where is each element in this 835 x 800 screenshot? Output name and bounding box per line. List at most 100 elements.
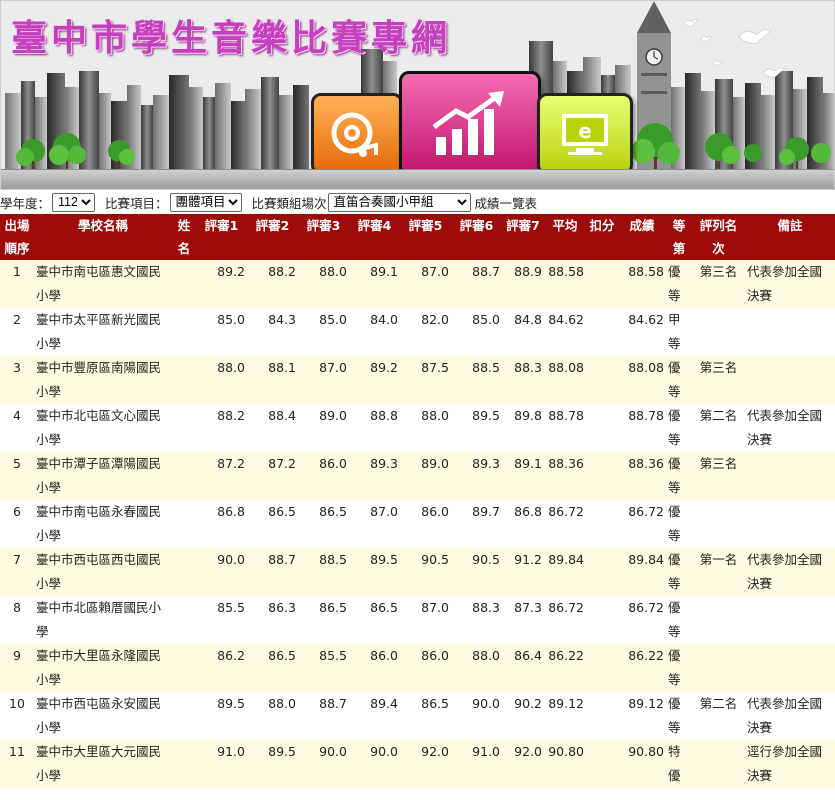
table-row: 6 臺中市南屯區永春國民小學 86.8 86.5 86.5 87.0 86.0 89.7 86.…: [0, 500, 835, 548]
cell-judge-4: 86.5: [349, 596, 400, 644]
cell-judge-4: 89.4: [349, 692, 400, 740]
table-header-row: 出場順序 學校名稱 姓名 評審1 評審2 評審3 評審4 評審5 評審6 評審7…: [0, 214, 835, 260]
cell-judge-5: 88.0: [400, 404, 451, 452]
cell-school: 臺中市大里區永隆國民小學: [34, 644, 172, 692]
cell-judge-7: 88.9: [502, 260, 544, 308]
cell-average: 88.58: [544, 260, 586, 308]
cell-judge-1: 89.2: [196, 260, 247, 308]
cell-rank: [692, 740, 745, 788]
cell-judge-3: 86.5: [298, 500, 349, 548]
cell-judge-6: 85.0: [451, 308, 502, 356]
cell-score: 88.36: [618, 452, 666, 500]
cell-name: [172, 596, 196, 644]
cell-judge-7: 89.8: [502, 404, 544, 452]
header-judge-6: 評審6: [451, 214, 502, 260]
cell-judge-5: 89.0: [400, 452, 451, 500]
cell-seq: 10: [0, 692, 34, 740]
cell-judge-7: 86.4: [502, 644, 544, 692]
cell-judge-1: 91.0: [196, 740, 247, 788]
cell-judge-7: 87.3: [502, 596, 544, 644]
cell-judge-5: 86.0: [400, 644, 451, 692]
cell-deduction: [586, 260, 618, 308]
header-judge-3: 評審3: [298, 214, 349, 260]
cd-music-icon[interactable]: [311, 93, 403, 175]
header-deduction: 扣分: [586, 214, 618, 260]
cell-deduction: [586, 692, 618, 740]
cell-average: 86.72: [544, 500, 586, 548]
cell-judge-6: 90.5: [451, 548, 502, 596]
cell-deduction: [586, 308, 618, 356]
growth-chart-icon[interactable]: [399, 71, 541, 177]
cell-grade: 優等: [666, 260, 692, 308]
cell-score: 86.22: [618, 644, 666, 692]
monitor-e-icon[interactable]: e: [537, 93, 633, 175]
cell-judge-5: 82.0: [400, 308, 451, 356]
cell-judge-6: 89.7: [451, 500, 502, 548]
cell-name: [172, 356, 196, 404]
cell-average: 90.80: [544, 740, 586, 788]
cell-name: [172, 404, 196, 452]
cell-judge-2: 88.1: [247, 356, 298, 404]
header-grade: 等第: [666, 214, 692, 260]
cell-judge-4: 89.5: [349, 548, 400, 596]
cell-note: 代表參加全國決賽: [745, 548, 835, 596]
banner-base-strip: [1, 169, 834, 189]
cell-judge-3: 88.0: [298, 260, 349, 308]
item-select[interactable]: 團體項目: [169, 192, 242, 212]
cell-judge-2: 88.0: [247, 692, 298, 740]
cell-judge-6: 89.5: [451, 404, 502, 452]
cell-judge-3: 88.7: [298, 692, 349, 740]
cell-judge-7: 86.8: [502, 500, 544, 548]
table-row: 7 臺中市西屯區西屯國民小學 90.0 88.7 88.5 89.5 90.5 90.5 91.…: [0, 548, 835, 596]
cell-score: 88.78: [618, 404, 666, 452]
cell-judge-1: 86.2: [196, 644, 247, 692]
cell-judge-5: 87.0: [400, 260, 451, 308]
cell-judge-3: 88.5: [298, 548, 349, 596]
cell-rank: 第三名: [692, 260, 745, 308]
cell-rank: 第一名: [692, 548, 745, 596]
header-average: 平均: [544, 214, 586, 260]
cell-average: 88.78: [544, 404, 586, 452]
year-select[interactable]: 112: [52, 192, 96, 212]
cell-judge-6: 88.5: [451, 356, 502, 404]
cell-grade: 優等: [666, 500, 692, 548]
cell-average: 89.84: [544, 548, 586, 596]
cell-name: [172, 740, 196, 788]
cell-school: 臺中市北屯區文心國民小學: [34, 404, 172, 452]
cell-judge-7: 89.1: [502, 452, 544, 500]
cell-judge-2: 88.2: [247, 260, 298, 308]
cell-school: 臺中市南屯區惠文國民小學: [34, 260, 172, 308]
cell-judge-1: 88.2: [196, 404, 247, 452]
cell-judge-1: 85.5: [196, 596, 247, 644]
cell-school: 臺中市豐原區南陽國民小學: [34, 356, 172, 404]
cell-judge-5: 86.0: [400, 500, 451, 548]
cell-judge-3: 86.0: [298, 452, 349, 500]
table-row: 11 臺中市大里區大元國民小學 91.0 89.5 90.0 90.0 92.0 91.0 92…: [0, 740, 835, 788]
cell-score: 89.12: [618, 692, 666, 740]
cell-seq: 3: [0, 356, 34, 404]
cell-grade: 優等: [666, 596, 692, 644]
group-select[interactable]: 直笛合奏國小甲組: [327, 192, 471, 212]
cell-deduction: [586, 452, 618, 500]
cell-judge-4: 89.2: [349, 356, 400, 404]
cell-score: 89.84: [618, 548, 666, 596]
cell-grade: 優等: [666, 404, 692, 452]
cell-average: 86.22: [544, 644, 586, 692]
cell-judge-2: 86.5: [247, 500, 298, 548]
site-title: 臺中市學生音樂比賽專網: [11, 17, 452, 59]
cell-name: [172, 260, 196, 308]
cell-rank: [692, 644, 745, 692]
cell-rank: 第二名: [692, 404, 745, 452]
cell-score: 88.58: [618, 260, 666, 308]
header-judge-2: 評審2: [247, 214, 298, 260]
monitor-e-icon-graphic: e: [562, 114, 608, 155]
cell-name: [172, 548, 196, 596]
cell-judge-4: 87.0: [349, 500, 400, 548]
cell-deduction: [586, 644, 618, 692]
header-judge-4: 評審4: [349, 214, 400, 260]
svg-text:e: e: [578, 119, 592, 143]
header-note: 備註: [745, 214, 835, 260]
cell-judge-7: 84.8: [502, 308, 544, 356]
cell-judge-3: 90.0: [298, 740, 349, 788]
cell-score: 84.62: [618, 308, 666, 356]
